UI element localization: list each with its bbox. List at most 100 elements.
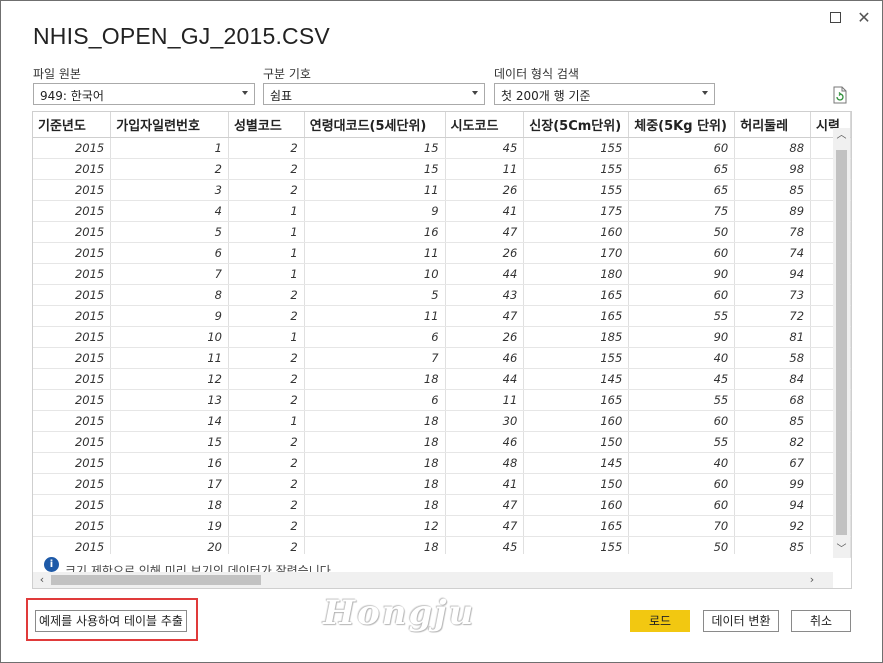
- table-cell: 17: [110, 473, 229, 495]
- table-cell: 60: [628, 473, 736, 495]
- table-cell: 11: [445, 389, 525, 411]
- table-row: 2015 11 2 7 46 155 40 58: [33, 347, 851, 369]
- table-cell: 60: [628, 284, 736, 306]
- table-row: 2015 9 2 11 47 165 55 72: [33, 305, 851, 327]
- table-cell: 10: [110, 326, 229, 348]
- table-row: 2015 17 2 18 41 150 60 99: [33, 473, 851, 495]
- column-header[interactable]: 기준년도: [33, 112, 112, 138]
- table-cell: 68: [734, 389, 812, 411]
- table-cell: 2015: [33, 305, 112, 327]
- table-cell: 12: [304, 515, 446, 537]
- table-cell: 11: [304, 179, 446, 201]
- table-cell: 65: [628, 179, 736, 201]
- detection-value: 첫 200개 행 기준: [501, 89, 591, 103]
- preview-table: 기준년도 가입자일련번호 성별코드 연령대코드(5세단위) 시도코드 신장(5C…: [33, 112, 851, 558]
- table-row: 2015 7 1 10 44 180 90 94: [33, 263, 851, 285]
- column-header[interactable]: 가입자일련번호: [110, 112, 229, 138]
- table-cell: 41: [445, 473, 525, 495]
- table-cell: 9: [304, 200, 446, 222]
- table-cell: 2015: [33, 494, 112, 516]
- table-cell: 58: [734, 347, 812, 369]
- table-cell: 15: [304, 137, 446, 159]
- table-cell: 2: [228, 494, 305, 516]
- table-cell: 47: [445, 221, 525, 243]
- table-cell: 48: [445, 452, 525, 474]
- table-cell: 40: [628, 347, 736, 369]
- column-header[interactable]: 연령대코드(5세단위): [304, 112, 446, 138]
- table-cell: 60: [628, 137, 736, 159]
- table-cell: 2015: [33, 158, 112, 180]
- transform-data-button[interactable]: 데이터 변환: [703, 610, 779, 632]
- table-cell: 165: [523, 389, 630, 411]
- table-row: 2015 5 1 16 47 160 50 78: [33, 221, 851, 243]
- table-cell: 2015: [33, 263, 112, 285]
- maximize-button[interactable]: [826, 9, 844, 27]
- cancel-button[interactable]: 취소: [791, 610, 851, 632]
- scroll-down-icon[interactable]: ﹀: [836, 544, 847, 556]
- delimiter-label: 구분 기호: [263, 67, 311, 81]
- delimiter-select[interactable]: 쉼표: [263, 83, 485, 105]
- column-header[interactable]: 허리둘레: [734, 112, 812, 138]
- vertical-scrollbar[interactable]: ︿ ﹀: [833, 128, 850, 558]
- table-cell: 175: [523, 200, 630, 222]
- table-cell: 44: [445, 368, 525, 390]
- table-cell: 16: [110, 452, 229, 474]
- refresh-icon[interactable]: [832, 86, 848, 104]
- load-button[interactable]: 로드: [630, 610, 690, 632]
- table-cell: 47: [445, 515, 525, 537]
- extract-table-button[interactable]: 예제를 사용하여 테이블 추출: [35, 610, 187, 632]
- scroll-right-icon[interactable]: ›: [805, 572, 819, 588]
- scroll-thumb[interactable]: [836, 150, 847, 535]
- table-cell: 88: [734, 137, 812, 159]
- table-cell: 55: [628, 389, 736, 411]
- chevron-down-icon: [702, 91, 708, 95]
- table-cell: 72: [734, 305, 812, 327]
- table-cell: 44: [445, 263, 525, 285]
- detection-select[interactable]: 첫 200개 행 기준: [494, 83, 715, 105]
- table-cell: 26: [445, 326, 525, 348]
- table-cell: 2015: [33, 284, 112, 306]
- table-cell: 2015: [33, 200, 112, 222]
- table-cell: 2015: [33, 347, 112, 369]
- table-cell: 2: [228, 515, 305, 537]
- close-button[interactable]: ✕: [855, 9, 873, 27]
- scroll-left-icon[interactable]: ‹: [35, 572, 49, 588]
- table-cell: 1: [228, 410, 305, 432]
- table-cell: 160: [523, 410, 630, 432]
- table-cell: 73: [734, 284, 812, 306]
- table-cell: 2: [228, 473, 305, 495]
- table-row: 2015 1 2 15 45 155 60 88: [33, 137, 851, 159]
- table-cell: 7: [110, 263, 229, 285]
- table-cell: 47: [445, 305, 525, 327]
- table-cell: 15: [110, 431, 229, 453]
- column-header[interactable]: 시도코드: [445, 112, 525, 138]
- table-cell: 9: [110, 305, 229, 327]
- table-cell: 65: [628, 158, 736, 180]
- table-cell: 2: [228, 347, 305, 369]
- table-cell: 43: [445, 284, 525, 306]
- file-origin-select[interactable]: 949: 한국어: [33, 83, 255, 105]
- horizontal-scrollbar[interactable]: ‹ ›: [33, 572, 833, 588]
- column-header[interactable]: 체중(5Kg 단위): [628, 112, 736, 138]
- detection-label: 데이터 형식 검색: [494, 67, 579, 81]
- table-cell: 18: [304, 452, 446, 474]
- table-cell: 2: [228, 284, 305, 306]
- info-text: 크기 제한으로 인해 미리 보기의 데이터가 잘렸습니다.: [65, 564, 335, 572]
- table-row: 2015 16 2 18 48 145 40 67: [33, 452, 851, 474]
- table-cell: 2015: [33, 389, 112, 411]
- scroll-thumb[interactable]: [51, 575, 261, 585]
- column-header[interactable]: 신장(5Cm단위): [523, 112, 630, 138]
- scroll-up-icon[interactable]: ︿: [836, 130, 847, 142]
- table-cell: 90: [628, 263, 736, 285]
- table-cell: 3: [110, 179, 229, 201]
- table-cell: 2015: [33, 515, 112, 537]
- table-cell: 85: [734, 410, 812, 432]
- table-cell: 5: [304, 284, 446, 306]
- table-cell: 2015: [33, 179, 112, 201]
- table-cell: 26: [445, 242, 525, 264]
- table-row: 2015 2 2 15 11 155 65 98: [33, 158, 851, 180]
- table-cell: 1: [228, 326, 305, 348]
- table-cell: 30: [445, 410, 525, 432]
- table-cell: 2015: [33, 431, 112, 453]
- column-header[interactable]: 성별코드: [228, 112, 305, 138]
